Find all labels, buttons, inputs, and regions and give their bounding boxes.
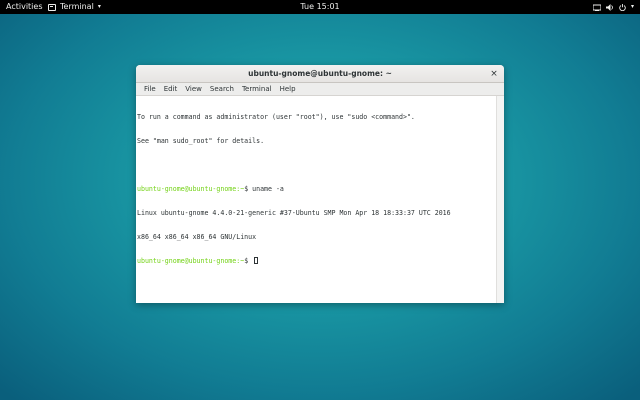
menu-terminal[interactable]: Terminal <box>238 83 276 96</box>
window-titlebar[interactable]: ubuntu-gnome@ubuntu-gnome: ~ × <box>136 65 504 83</box>
clock[interactable]: Tue 15:01 <box>300 2 339 11</box>
window-title: ubuntu-gnome@ubuntu-gnome: ~ <box>248 69 392 78</box>
terminal-line: See "man sudo_root" for details. <box>137 137 495 145</box>
prompt-suffix: $ <box>244 185 253 193</box>
volume-icon <box>605 3 613 11</box>
command-text: uname -a <box>252 185 284 193</box>
activities-button[interactable]: Activities <box>6 0 43 14</box>
prompt-suffix: $ <box>244 257 253 265</box>
terminal-line: ubuntu-gnome@ubuntu-gnome:~$ <box>137 257 495 265</box>
terminal-text: See "man sudo_root" for details. <box>137 137 265 145</box>
top-bar: Activities Terminal ▾ Tue 15:01 ▾ <box>0 0 640 14</box>
menu-help[interactable]: Help <box>276 83 300 96</box>
power-icon <box>619 3 626 11</box>
terminal-line: Linux ubuntu-gnome 4.4.0-21-generic #37-… <box>137 209 495 217</box>
menu-edit[interactable]: Edit <box>160 83 182 96</box>
scrollbar[interactable] <box>496 96 504 303</box>
app-menu-label: Terminal <box>60 2 94 11</box>
system-status-menu[interactable]: ▾ <box>592 0 634 14</box>
terminal-line: ubuntu-gnome@ubuntu-gnome:~$ uname -a <box>137 185 495 193</box>
terminal-line: To run a command as administrator (user … <box>137 113 495 121</box>
chevron-down-icon: ▾ <box>97 3 101 10</box>
text-cursor <box>254 257 259 264</box>
terminal-output[interactable]: To run a command as administrator (user … <box>136 96 496 303</box>
terminal-icon <box>48 3 56 11</box>
close-icon[interactable]: × <box>489 69 499 79</box>
terminal-text: x86_64 x86_64 x86_64 GNU/Linux <box>137 233 257 241</box>
menu-search[interactable]: Search <box>206 83 238 96</box>
menu-bar: File Edit View Search Terminal Help <box>136 83 504 96</box>
menu-view[interactable]: View <box>181 83 206 96</box>
terminal-line: x86_64 x86_64 x86_64 GNU/Linux <box>137 233 495 241</box>
app-menu[interactable]: Terminal ▾ <box>48 0 101 14</box>
chevron-down-icon: ▾ <box>630 3 634 10</box>
terminal-text: Linux ubuntu-gnome 4.4.0-21-generic #37-… <box>137 209 451 217</box>
shell-prompt: ubuntu-gnome@ubuntu-gnome:~ <box>137 257 245 265</box>
terminal-text: To run a command as administrator (user … <box>137 113 415 121</box>
shell-prompt: ubuntu-gnome@ubuntu-gnome:~ <box>137 185 245 193</box>
terminal-window[interactable]: ubuntu-gnome@ubuntu-gnome: ~ × File Edit… <box>136 65 504 303</box>
network-icon <box>592 4 601 11</box>
menu-file[interactable]: File <box>140 83 160 96</box>
